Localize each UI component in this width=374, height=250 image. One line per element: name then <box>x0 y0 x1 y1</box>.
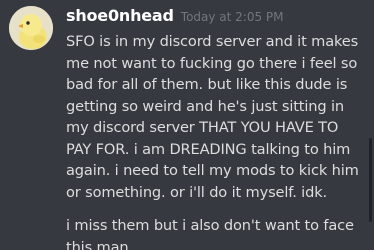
timestamp: Today at 2:05 PM <box>180 10 284 24</box>
message-text: SFO is in my discord server and it makes… <box>66 33 359 201</box>
chat-message: shoe0nhead Today at 2:05 PM SFO is in my … <box>0 0 374 250</box>
message-text: i miss them but i also don't want to fac… <box>66 217 354 250</box>
scrollbar[interactable] <box>369 138 372 222</box>
avatar[interactable] <box>9 6 53 50</box>
chick-avatar-icon <box>9 6 53 50</box>
message-body: SFO is in my discord server and it makes… <box>66 31 366 250</box>
username[interactable]: shoe0nhead <box>66 6 174 25</box>
message-header: shoe0nhead Today at 2:05 PM <box>66 6 284 25</box>
